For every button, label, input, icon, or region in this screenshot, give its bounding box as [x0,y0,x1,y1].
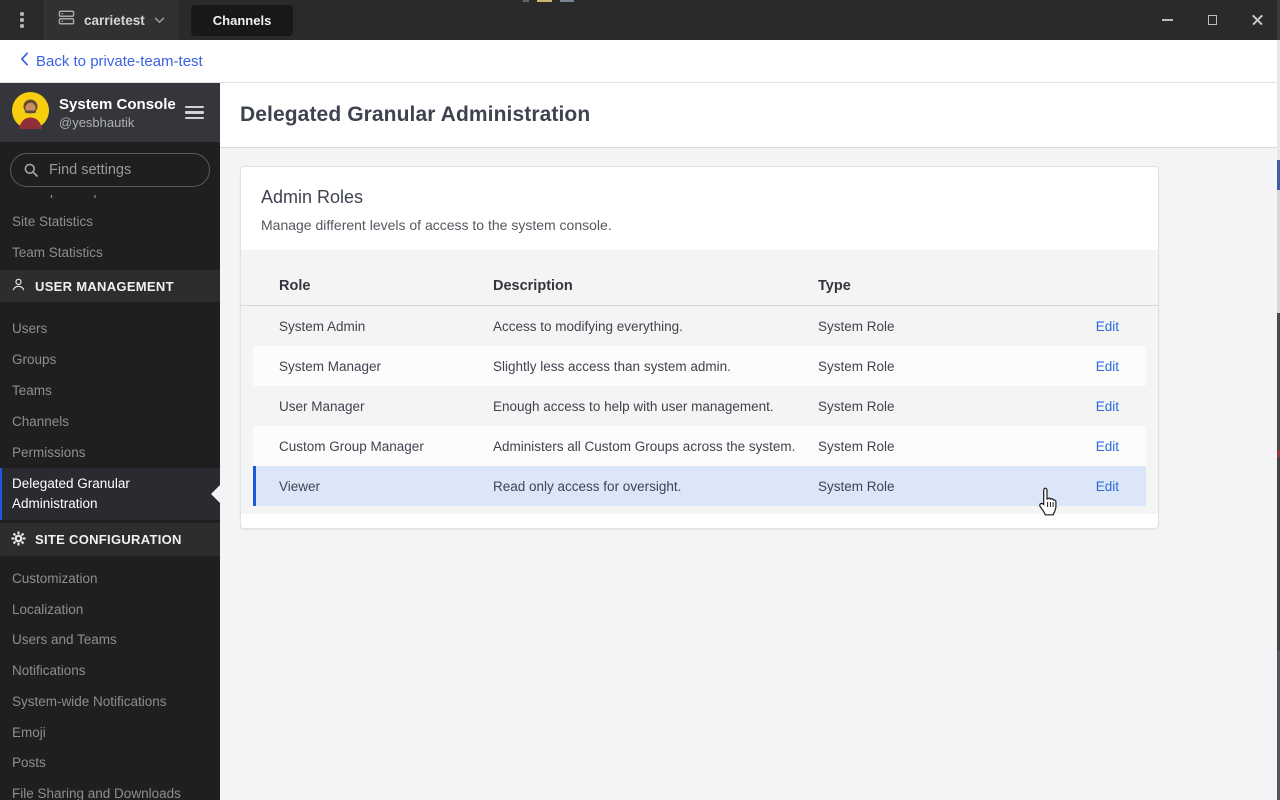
console-title: System Console [59,95,176,113]
sidebar-item-delegated-granular-administration[interactable]: Delegated Granular Administration [0,468,220,520]
chevron-down-icon [154,11,165,29]
cell-type: System Role [818,478,895,494]
cell-description: Slightly less access than system admin. [493,358,731,374]
workspace-name: carrietest [84,12,145,28]
cell-role: Custom Group Manager [279,438,424,454]
user-management-items: Users Groups Teams Channels Permissions [0,302,220,468]
section-site-configuration[interactable]: SITE CONFIGURATION [0,523,220,556]
cell-type: System Role [818,318,895,334]
column-role: Role [279,277,311,294]
site-configuration-items: Customization Localization Users and Tea… [0,556,220,800]
console-username: @yesbhautik [59,114,135,130]
edit-link[interactable]: Edit [1067,359,1119,374]
sidebar-item-teams[interactable]: Teams [0,375,220,406]
roles-table: Role Description Type System Admin Acces… [241,250,1158,514]
edit-link[interactable]: Edit [1067,479,1119,494]
table-row-system-manager: System Manager Slightly less access than… [253,346,1146,386]
sidebar-item-permissions[interactable]: Permissions [0,437,220,468]
sidebar-header: System Console @yesbhautik [0,83,220,142]
admin-roles-card: Admin Roles Manage different levels of a… [240,166,1159,529]
column-type: Type [818,277,851,294]
gear-icon [11,530,26,549]
sidebar-item-users-and-teams[interactable]: Users and Teams [0,625,220,656]
background-window-sliver [560,0,574,2]
close-button[interactable] [1235,0,1280,40]
page-content: Admin Roles Manage different levels of a… [220,148,1280,800]
sidebar-item-localization[interactable]: Localization [0,594,220,625]
sidebar-item-users[interactable]: Users [0,313,220,344]
table-row-system-admin: System Admin Access to modifying everyth… [253,306,1146,346]
cell-role: User Manager [279,398,365,414]
edit-link[interactable]: Edit [1067,439,1119,454]
table-row-viewer[interactable]: Viewer Read only access for oversight. S… [253,466,1146,506]
cell-description: Enough access to help with user manageme… [493,398,774,414]
minimize-icon [1162,19,1173,21]
sidebar-search [0,142,220,195]
window-titlebar: carrietest Channels [0,0,1280,40]
table-row-user-manager: User Manager Enough access to help with … [253,386,1146,426]
edit-link[interactable]: Edit [1067,319,1119,334]
sidebar-item-file-sharing-and-downloads[interactable]: File Sharing and Downloads [0,778,220,800]
console-identity: System Console @yesbhautik [59,96,176,130]
search-icon [24,163,38,177]
back-link-label: Back to private-team-test [36,52,203,70]
sidebar-item-emoji[interactable]: Emoji [0,717,220,748]
avatar[interactable] [12,91,49,134]
sidebar-item-channels[interactable]: Channels [0,406,220,437]
edit-link[interactable]: Edit [1067,399,1119,414]
app-menu-icon[interactable] [0,0,44,40]
minimize-button[interactable] [1145,0,1190,40]
table-row-custom-group-manager: Custom Group Manager Administers all Cus… [253,426,1146,466]
window-controls [1145,0,1280,40]
search-input[interactable] [10,153,210,187]
cell-description: Read only access for oversight. [493,478,682,494]
sidebar-item-system-wide-notifications[interactable]: System-wide Notifications [0,686,220,717]
card-header: Admin Roles Manage different levels of a… [241,167,1158,233]
cell-type: System Role [818,358,895,374]
column-description: Description [493,277,573,294]
card-title: Admin Roles [261,187,364,207]
cell-type: System Role [818,398,895,414]
background-window-sliver [523,0,529,2]
maximize-icon [1207,15,1218,25]
back-to-team-link[interactable]: Back to private-team-test [20,52,203,70]
sidebar-item-posts[interactable]: Posts [0,748,220,779]
roles-table-header: Role Description Type [241,250,1158,306]
section-site-configuration-label: SITE CONFIGURATION [35,532,182,547]
cell-description: Administers all Custom Groups across the… [493,438,796,454]
tab-channels[interactable]: Channels [190,4,294,36]
close-icon [1251,14,1264,27]
back-navigation-bar: Back to private-team-test [0,40,1280,83]
active-item-label: Delegated Granular Administration [12,476,130,511]
page-header: Delegated Granular Administration [220,83,1280,148]
section-user-management-label: USER MANAGEMENT [35,278,174,294]
cell-type: System Role [818,438,895,454]
background-window-sliver [537,0,552,2]
page-title: Delegated Granular Administration [240,103,591,126]
person-icon [11,277,26,295]
sidebar-item-team-statistics[interactable]: Team Statistics [0,237,220,268]
card-description: Manage different levels of access to the… [261,217,612,233]
workspace-switcher[interactable]: carrietest [45,0,179,40]
active-item-pointer [211,485,220,503]
section-user-management[interactable]: USER MANAGEMENT [0,270,220,302]
sidebar-item-groups[interactable]: Groups [0,344,220,375]
cell-description: Access to modifying everything. [493,318,683,334]
cell-role: System Manager [279,358,382,374]
server-icon [58,10,75,30]
sidebar-item-customization[interactable]: Customization [0,563,220,594]
hamburger-menu-icon[interactable] [181,102,208,124]
admin-console-sidebar: System Console @yesbhautik Workspace Opt… [0,83,220,800]
sidebar-item-notifications[interactable]: Notifications [0,655,220,686]
sidebar-item-site-statistics[interactable]: Site Statistics [0,206,220,237]
cell-role: System Admin [279,318,366,334]
cell-role: Viewer [279,478,321,494]
back-chevron-icon [20,52,29,70]
maximize-button[interactable] [1190,0,1235,40]
tab-channels-label: Channels [212,12,272,28]
